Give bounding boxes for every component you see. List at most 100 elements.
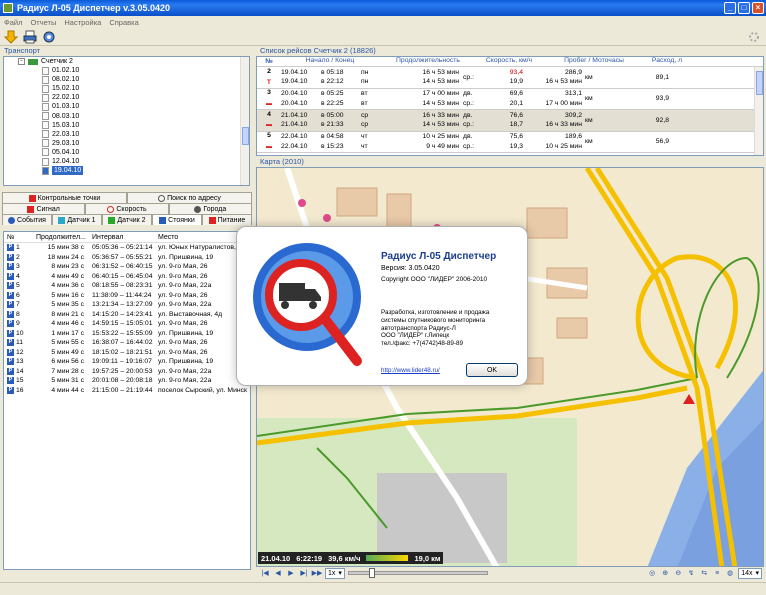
trip-speed-labels: дв. ср.:: [463, 89, 483, 110]
stop-row[interactable]: P38 мин 23 с 06:31:52 – 06:40:15 ул. 9-го …: [4, 262, 250, 272]
step-back-button[interactable]: ◀: [273, 568, 283, 578]
stop-row[interactable]: P75 мин 35 с 13:21:34 – 13:27:09 ул. 9-го …: [4, 300, 250, 310]
tree-date-item[interactable]: 12.04.10: [4, 157, 249, 166]
tree-date-item[interactable]: 22.03.10: [4, 130, 249, 139]
tab-events[interactable]: События: [2, 214, 52, 225]
col-num[interactable]: №: [257, 57, 281, 66]
zoom-select[interactable]: 14x ▾: [738, 567, 762, 579]
trip-mileage-unit: км: [585, 132, 633, 153]
play-button[interactable]: ▶: [286, 568, 296, 578]
menu-reports[interactable]: Отчеты: [30, 18, 56, 27]
col-duration[interactable]: Продолжител...: [36, 234, 88, 241]
layers-button[interactable]: ≡: [712, 568, 722, 578]
stop-row[interactable]: P65 мин 16 с 11:38:09 – 11:44:24 ул. 9-го …: [4, 291, 250, 301]
stop-row[interactable]: P 15 5 мин 31 с 20:01:08 – 20:08:18 ул. 9-го…: [4, 376, 250, 386]
globe-button[interactable]: ◍: [725, 568, 735, 578]
stop-row[interactable]: P44 мин 49 с 06:40:15 – 06:45:04 ул. 9-го …: [4, 272, 250, 282]
tab-cities[interactable]: Города: [168, 203, 252, 214]
stop-row[interactable]: P 10 1 мин 17 с 15:53:22 – 15:55:09 ул. Приш…: [4, 329, 250, 339]
trip-max-speed: 76,6: [509, 111, 523, 119]
menu-file[interactable]: Файл: [4, 18, 22, 27]
download-button[interactable]: [3, 29, 19, 45]
trip-mileage-unit: км: [585, 67, 633, 88]
col-num[interactable]: №: [4, 234, 36, 241]
zoom-in-button[interactable]: ⊕: [660, 568, 670, 578]
tree-date-item[interactable]: 22.02.10: [4, 93, 249, 102]
tree-date-item[interactable]: 19.04.10: [4, 166, 249, 176]
stop-num: 3: [16, 263, 20, 271]
tab-signal[interactable]: Сигнал: [2, 203, 86, 214]
timeline-slider[interactable]: [347, 568, 488, 578]
tree-root[interactable]: - Счетчик 2: [4, 57, 249, 66]
close-button[interactable]: ×: [752, 2, 764, 14]
stop-row[interactable]: P 14 7 мин 28 с 19:57:25 – 20:00:53 ул. 9-го…: [4, 367, 250, 377]
tab-stops[interactable]: Стоянки: [152, 214, 202, 225]
stop-row[interactable]: P54 мин 36 с 08:18:55 – 08:23:31 ул. 9-го …: [4, 281, 250, 291]
tree-date-item[interactable]: 05.04.10: [4, 148, 249, 157]
stop-row[interactable]: P 2 18 мин 24 с 05:36:57 – 05:55:21 ул. Приш…: [4, 253, 250, 263]
tree-date-item[interactable]: 08.03.10: [4, 112, 249, 121]
tree-date-item[interactable]: 08.02.10: [4, 75, 249, 84]
zoom-out-button[interactable]: ⊖: [673, 568, 683, 578]
menu-settings[interactable]: Настройка: [64, 18, 101, 27]
tree-date-item[interactable]: 01.03.10: [4, 102, 249, 112]
timeline-knob[interactable]: [368, 568, 375, 578]
stop-row[interactable]: P94 мин 46 с 14:59:15 – 15:05:01 ул. 9-го …: [4, 319, 250, 329]
tree-date-item[interactable]: 15.02.10: [4, 84, 249, 93]
tree-date-item[interactable]: 15.03.10: [4, 121, 249, 130]
document-icon: [42, 103, 49, 112]
stop-row[interactable]: P 1 15 мин 38 с 05:05:36 – 05:21:14 ул. Юных…: [4, 243, 250, 253]
trip-row[interactable]: 5 ▬ 22.04.10 22.04.10 в 04:58 в 15:23 чт чт 10 ч…: [257, 132, 763, 153]
step-forward-button[interactable]: ▶|: [299, 568, 309, 578]
target-button[interactable]: ◎: [647, 568, 657, 578]
trip-start-weekday: пн: [361, 68, 369, 76]
skip-start-button[interactable]: |◀: [260, 568, 270, 578]
menu-help[interactable]: Справка: [109, 18, 138, 27]
trip-mileage: 309,2 16 ч 33 мин: [527, 110, 585, 131]
col-mileage[interactable]: Пробег / Моточасы: [541, 57, 647, 66]
playback-speed-select[interactable]: 1x ▾: [325, 567, 345, 579]
settings-button[interactable]: [41, 29, 57, 45]
tab-sensor-2[interactable]: Датчик 2: [102, 214, 152, 225]
fast-forward-button[interactable]: ▶▶: [312, 568, 323, 578]
tab-power[interactable]: Питание: [202, 214, 252, 225]
col-fuel[interactable]: Расход, л: [647, 57, 687, 66]
stop-row[interactable]: P 16 4 мин 44 с 21:15:00 – 21:19:44 поселок …: [4, 386, 250, 396]
stop-row[interactable]: P 13 6 мин 56 с 19:09:11 – 19:16:07 ул. Приш…: [4, 357, 250, 367]
scale-button[interactable]: ⇆: [699, 568, 709, 578]
maximize-button[interactable]: □: [738, 2, 750, 14]
tree-scrollbar[interactable]: [240, 57, 249, 185]
refresh-button[interactable]: [746, 29, 762, 45]
stop-row[interactable]: P 12 5 мин 49 с 18:15:02 – 18:21:51 ул. 9-го…: [4, 348, 250, 358]
route-button[interactable]: ↯: [686, 568, 696, 578]
trip-speed-labels: дв. ср.:: [463, 132, 483, 153]
scale-icon: ⇆: [701, 570, 708, 577]
trip-row[interactable]: 4 ▬ 21.04.10 21.04.10 в 05:00 в 21:33 ср ср 16 ч…: [257, 110, 763, 132]
ok-button[interactable]: OK: [466, 363, 518, 377]
stop-row[interactable]: P88 мин 21 с 14:15:20 – 14:23:41 ул. Выста…: [4, 310, 250, 320]
tab-address-search[interactable]: Поиск по адресу: [127, 192, 252, 203]
trip-row[interactable]: 3 ▬ 20.04.10 20.04.10 в 05:25 в 22:25 вт вт 17 ч…: [257, 89, 763, 110]
col-duration[interactable]: Продолжительность: [379, 57, 477, 66]
trip-mileage-unit: км: [585, 89, 633, 110]
trip-row[interactable]: 2 T 19.04.10 19.04.10 в 05:18 в 22:12 пн пн 16 ч…: [257, 67, 763, 89]
trip-duration-moving: 14 ч 53 мин: [422, 99, 459, 107]
about-website-link[interactable]: http://www.lider48.ru/: [381, 367, 440, 374]
col-start-end[interactable]: Начало / Конец: [281, 57, 379, 66]
minimize-button[interactable]: _: [724, 2, 736, 14]
trip-mileage: 286,9 16 ч 53 мин: [527, 67, 585, 88]
stop-row[interactable]: P 11 5 мин 55 с 16:38:07 – 16:44:02 ул. 9-го…: [4, 338, 250, 348]
tab-label: Контрольные точки: [37, 194, 101, 202]
tab-control-points[interactable]: Контрольные точки: [2, 192, 127, 203]
tab-speed[interactable]: Скорость: [85, 203, 169, 214]
tree-date-item[interactable]: 01.02.10: [4, 66, 249, 75]
speed-label: ср.:: [463, 142, 474, 150]
trip-start-time: в 05:18: [321, 68, 344, 76]
tree-date-item[interactable]: 29.03.10: [4, 139, 249, 148]
print-button[interactable]: [22, 29, 38, 45]
tab-sensor-1[interactable]: Датчик 1: [52, 214, 102, 225]
col-speed[interactable]: Скорость, км/ч: [477, 57, 541, 66]
col-interval[interactable]: Интервал: [88, 234, 158, 241]
trips-scrollbar[interactable]: [754, 67, 763, 155]
stop-num: 13: [16, 358, 24, 366]
